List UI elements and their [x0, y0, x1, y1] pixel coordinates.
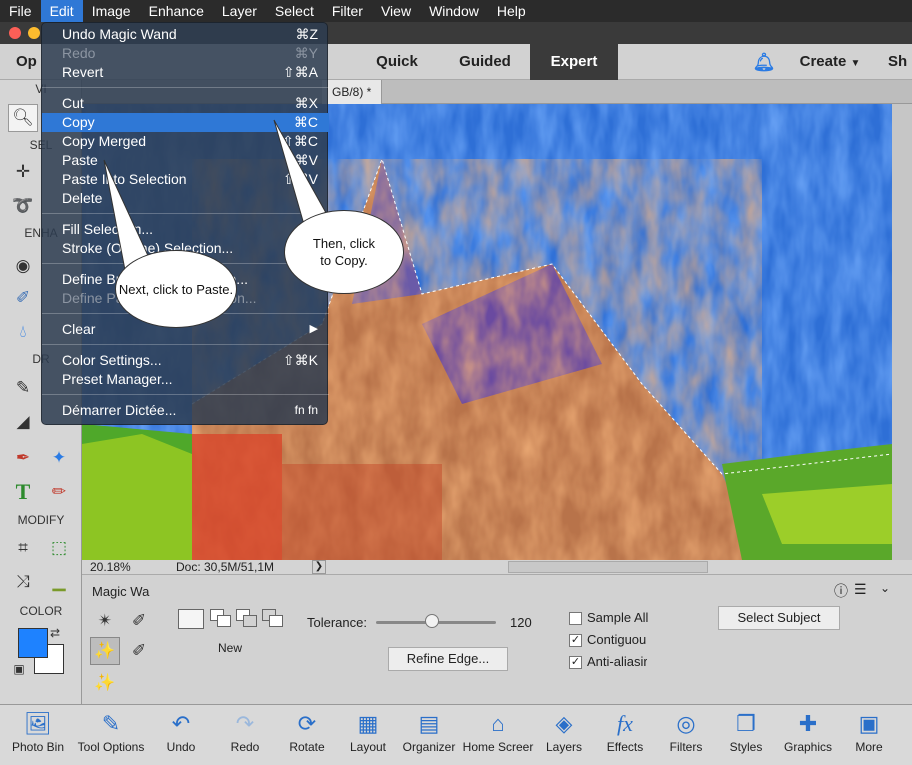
callout-paste: Next, click to Paste. [115, 250, 237, 328]
callout-pointers [103, 119, 331, 271]
callout-copy: Then, click to Copy. [284, 210, 404, 294]
